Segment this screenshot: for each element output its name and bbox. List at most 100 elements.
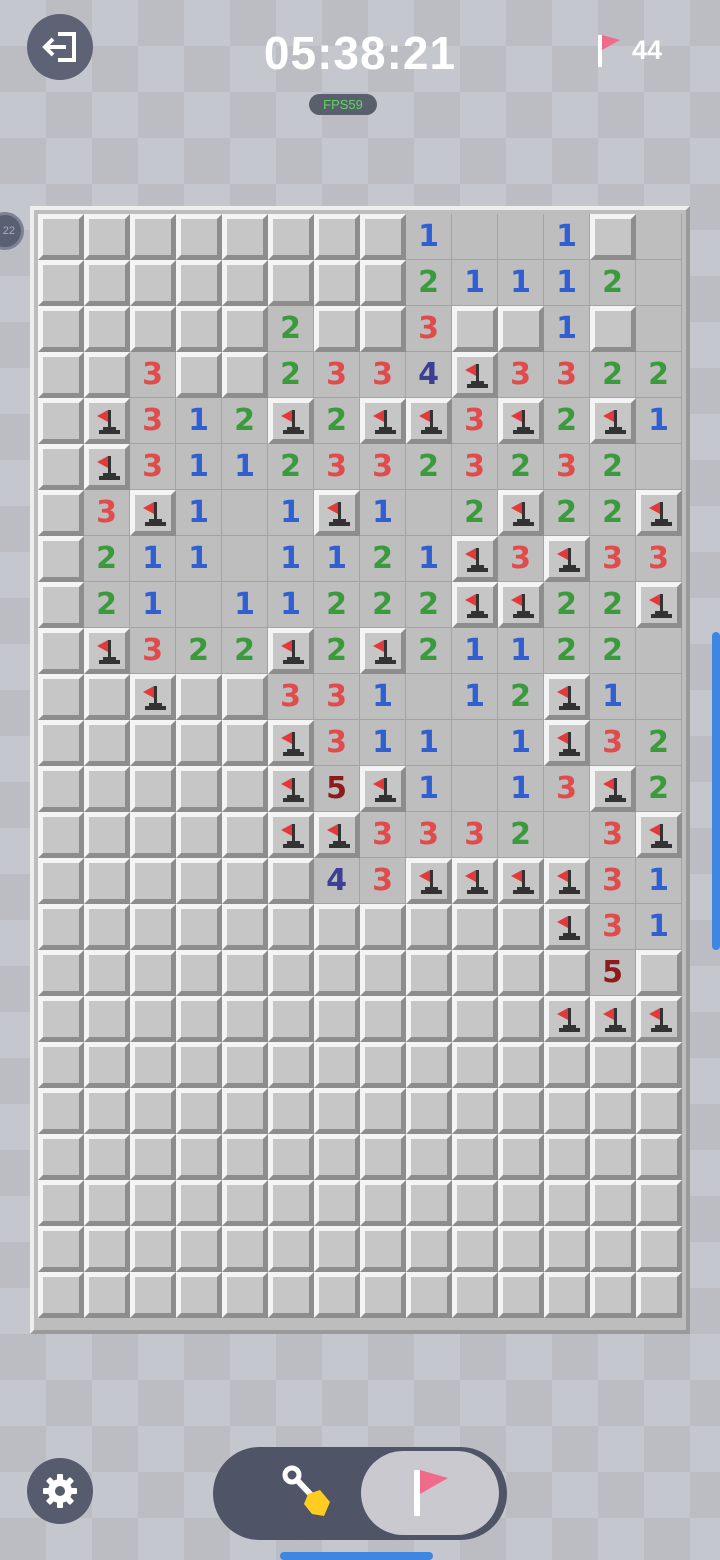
covered-cell[interactable] [222, 950, 268, 996]
covered-cell[interactable] [636, 1134, 682, 1180]
number-cell[interactable]: 2 [84, 536, 130, 582]
number-cell[interactable]: 5 [590, 950, 636, 996]
flagged-cell[interactable] [360, 628, 406, 674]
covered-cell[interactable] [84, 674, 130, 720]
covered-cell[interactable] [544, 1134, 590, 1180]
flagged-cell[interactable] [268, 398, 314, 444]
number-cell[interactable]: 2 [314, 582, 360, 628]
covered-cell[interactable] [176, 1042, 222, 1088]
number-cell[interactable]: 1 [222, 444, 268, 490]
covered-cell[interactable] [268, 1134, 314, 1180]
number-cell[interactable]: 4 [406, 352, 452, 398]
open-cell[interactable] [636, 260, 682, 306]
covered-cell[interactable] [38, 674, 84, 720]
covered-cell[interactable] [590, 1180, 636, 1226]
number-cell[interactable]: 1 [452, 674, 498, 720]
covered-cell[interactable] [176, 904, 222, 950]
covered-cell[interactable] [590, 306, 636, 352]
open-cell[interactable] [452, 720, 498, 766]
covered-cell[interactable] [130, 260, 176, 306]
scrollbar[interactable] [712, 632, 720, 950]
number-cell[interactable]: 1 [360, 720, 406, 766]
number-cell[interactable]: 3 [406, 812, 452, 858]
number-cell[interactable]: 2 [222, 398, 268, 444]
flagged-cell[interactable] [544, 904, 590, 950]
flagged-cell[interactable] [360, 398, 406, 444]
number-cell[interactable]: 1 [590, 674, 636, 720]
covered-cell[interactable] [84, 260, 130, 306]
number-cell[interactable]: 1 [636, 398, 682, 444]
covered-cell[interactable] [314, 904, 360, 950]
covered-cell[interactable] [268, 1088, 314, 1134]
covered-cell[interactable] [38, 490, 84, 536]
covered-cell[interactable] [406, 1042, 452, 1088]
number-cell[interactable]: 1 [176, 536, 222, 582]
number-cell[interactable]: 2 [314, 398, 360, 444]
covered-cell[interactable] [130, 1042, 176, 1088]
covered-cell[interactable] [38, 628, 84, 674]
flagged-cell[interactable] [636, 812, 682, 858]
open-cell[interactable] [222, 490, 268, 536]
number-cell[interactable]: 1 [176, 444, 222, 490]
covered-cell[interactable] [84, 996, 130, 1042]
covered-cell[interactable] [38, 766, 84, 812]
covered-cell[interactable] [84, 812, 130, 858]
number-cell[interactable]: 1 [130, 582, 176, 628]
covered-cell[interactable] [498, 1042, 544, 1088]
number-cell[interactable]: 2 [84, 582, 130, 628]
covered-cell[interactable] [176, 306, 222, 352]
number-cell[interactable]: 2 [268, 352, 314, 398]
number-cell[interactable]: 3 [360, 444, 406, 490]
number-cell[interactable]: 3 [130, 444, 176, 490]
covered-cell[interactable] [636, 1180, 682, 1226]
covered-cell[interactable] [38, 1272, 84, 1318]
number-cell[interactable]: 2 [406, 628, 452, 674]
covered-cell[interactable] [544, 1226, 590, 1272]
number-cell[interactable]: 1 [498, 766, 544, 812]
number-cell[interactable]: 1 [636, 904, 682, 950]
covered-cell[interactable] [314, 214, 360, 260]
covered-cell[interactable] [222, 1088, 268, 1134]
number-cell[interactable]: 2 [452, 490, 498, 536]
flagged-cell[interactable] [406, 398, 452, 444]
covered-cell[interactable] [84, 1272, 130, 1318]
covered-cell[interactable] [38, 1226, 84, 1272]
covered-cell[interactable] [360, 1180, 406, 1226]
flagged-cell[interactable] [498, 490, 544, 536]
covered-cell[interactable] [268, 1272, 314, 1318]
open-cell[interactable] [636, 444, 682, 490]
covered-cell[interactable] [130, 1134, 176, 1180]
covered-cell[interactable] [314, 1272, 360, 1318]
open-cell[interactable] [636, 674, 682, 720]
covered-cell[interactable] [222, 260, 268, 306]
covered-cell[interactable] [176, 674, 222, 720]
covered-cell[interactable] [636, 1088, 682, 1134]
number-cell[interactable]: 3 [452, 812, 498, 858]
covered-cell[interactable] [544, 950, 590, 996]
number-cell[interactable]: 2 [360, 536, 406, 582]
number-cell[interactable]: 2 [590, 444, 636, 490]
covered-cell[interactable] [314, 1088, 360, 1134]
covered-cell[interactable] [84, 214, 130, 260]
covered-cell[interactable] [38, 352, 84, 398]
covered-cell[interactable] [268, 1180, 314, 1226]
covered-cell[interactable] [452, 1226, 498, 1272]
number-cell[interactable]: 1 [176, 490, 222, 536]
number-cell[interactable]: 2 [176, 628, 222, 674]
number-cell[interactable]: 1 [176, 398, 222, 444]
covered-cell[interactable] [498, 1226, 544, 1272]
covered-cell[interactable] [38, 950, 84, 996]
number-cell[interactable]: 3 [544, 766, 590, 812]
covered-cell[interactable] [314, 260, 360, 306]
covered-cell[interactable] [498, 306, 544, 352]
number-cell[interactable]: 2 [590, 352, 636, 398]
number-cell[interactable]: 2 [314, 628, 360, 674]
covered-cell[interactable] [222, 858, 268, 904]
covered-cell[interactable] [360, 1272, 406, 1318]
flagged-cell[interactable] [452, 858, 498, 904]
number-cell[interactable]: 2 [590, 260, 636, 306]
flagged-cell[interactable] [360, 766, 406, 812]
covered-cell[interactable] [360, 1042, 406, 1088]
number-cell[interactable]: 3 [84, 490, 130, 536]
number-cell[interactable]: 2 [590, 628, 636, 674]
